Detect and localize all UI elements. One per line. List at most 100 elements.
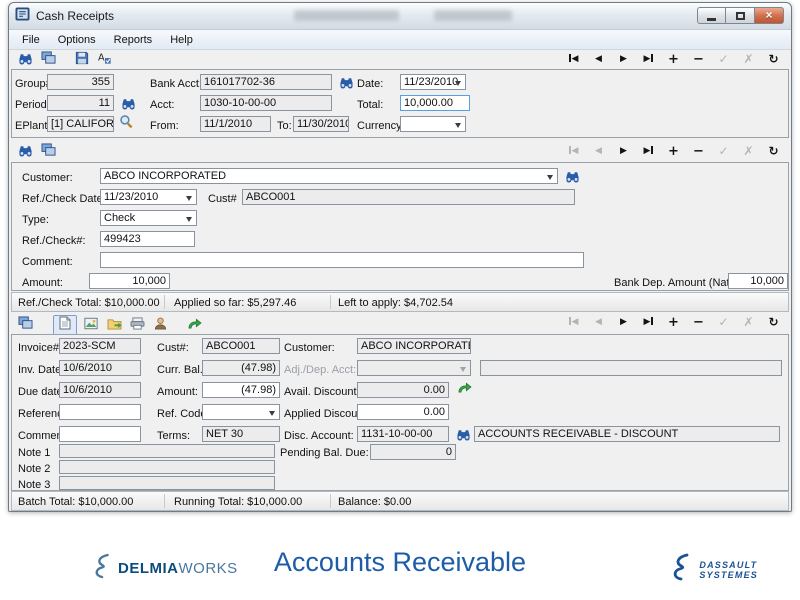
nav-last-button[interactable]: ▶ [641, 315, 656, 330]
inv-comment-field[interactable] [59, 426, 141, 442]
nav-refresh-button[interactable]: ↻ [766, 52, 781, 67]
receipt-find-button[interactable] [16, 144, 34, 161]
image-icon [84, 317, 98, 335]
print-invoice-button[interactable] [128, 317, 146, 334]
menubar: File Options Reports Help [9, 30, 791, 50]
print-button[interactable] [39, 52, 57, 69]
auto-apply-button[interactable] [185, 317, 203, 334]
nav-cancel-button[interactable]: ✗ [741, 315, 756, 330]
save-button[interactable] [73, 52, 91, 69]
nav-next-button[interactable]: ▶ [616, 315, 631, 330]
nav-first-button[interactable]: ◀ [566, 144, 581, 159]
period-find-button[interactable] [120, 95, 137, 111]
from-date-field[interactable]: 11/1/2010 [200, 116, 271, 132]
applied-discount-field[interactable]: 0.00 [357, 404, 449, 420]
inv-cust-no-field[interactable]: ABCO001 [202, 338, 280, 354]
customer-find-button[interactable] [564, 168, 581, 184]
due-date-field[interactable]: 10/6/2010 [59, 382, 141, 398]
bank-dep-field[interactable]: 10,000 [728, 273, 788, 289]
type-dropdown[interactable]: Check [100, 210, 197, 226]
nav-last-button[interactable]: ▶ [641, 144, 656, 159]
pending-bal-field[interactable]: 0 [370, 444, 456, 460]
eplant-lookup-button[interactable] [118, 116, 135, 132]
adj-dep-acct-dropdown[interactable] [357, 360, 471, 376]
nav-refresh-button[interactable]: ↻ [766, 144, 781, 159]
spellcheck-button[interactable]: A [96, 52, 114, 69]
currency-dropdown[interactable] [400, 116, 466, 132]
period-field[interactable]: 11 [47, 95, 114, 111]
ref-check-no-field[interactable]: 499423 [100, 231, 195, 247]
inv-amount-field[interactable]: (47.98) [202, 382, 280, 398]
nav-prev-button[interactable]: ◀ [591, 52, 606, 67]
minimize-button[interactable] [697, 7, 726, 24]
amount-field[interactable]: 10,000 [89, 273, 170, 289]
note1-field[interactable] [59, 444, 275, 458]
acct-field[interactable]: 1030-10-00-00 [200, 95, 332, 111]
find-button[interactable] [16, 52, 34, 69]
batch-total-status: Batch Total: $10,000.00 [18, 495, 133, 509]
apply-discount-button[interactable] [456, 382, 473, 398]
bank-acct-find-button[interactable] [338, 74, 355, 90]
menu-help[interactable]: Help [161, 32, 202, 48]
ref-check-no-label: Ref./Check#: [22, 233, 86, 249]
note3-field[interactable] [59, 476, 275, 490]
disc-account-field[interactable]: 1131-10-00-00 [357, 426, 449, 442]
maximize-button[interactable] [726, 7, 755, 24]
menu-reports[interactable]: Reports [105, 32, 162, 48]
nav-cancel-button[interactable]: ✗ [741, 52, 756, 67]
nav-cancel-button[interactable]: ✗ [741, 144, 756, 159]
eplant-field[interactable]: [1] CALIFORNIA [47, 116, 114, 132]
reference-field[interactable] [59, 404, 141, 420]
nav-next-button[interactable]: ▶ [616, 52, 631, 67]
menu-file[interactable]: File [13, 32, 49, 48]
avail-discount-field[interactable]: 0.00 [357, 382, 449, 398]
nav-delete-button[interactable]: − [691, 144, 706, 159]
binoculars-icon [18, 143, 33, 162]
maximize-icon [736, 12, 745, 20]
ref-check-date-dropdown[interactable]: 11/23/2010 [100, 189, 197, 205]
receipt-print-button[interactable] [39, 144, 57, 161]
group-field[interactable]: 355 [47, 74, 114, 90]
customer-dropdown[interactable]: ABCO INCORPORATED [100, 168, 558, 184]
nav-edit-button[interactable]: ✓ [716, 144, 731, 159]
nav-prev-button[interactable]: ◀ [591, 315, 606, 330]
nav-edit-button[interactable]: ✓ [716, 315, 731, 330]
total-field[interactable]: 10,000.00 [400, 95, 470, 111]
nav-add-button[interactable]: + [666, 52, 681, 67]
detail-view-button[interactable] [53, 315, 77, 336]
disc-account-label: Disc. Account: [284, 428, 354, 444]
terms-field[interactable]: NET 30 [202, 426, 280, 442]
nav-refresh-button[interactable]: ↻ [766, 315, 781, 330]
ref-code-dropdown[interactable] [202, 404, 280, 420]
nav-next-button[interactable]: ▶ [616, 144, 631, 159]
chart-view-button[interactable] [82, 317, 100, 334]
date-dropdown[interactable]: 11/23/2010 [400, 74, 466, 90]
cust-no-field[interactable]: ABCO001 [242, 189, 575, 205]
invoice-print-button[interactable] [16, 317, 34, 334]
record-nav: ◀ ◀ ▶ ▶ + − ✓ ✗ ↻ [556, 52, 781, 67]
to-date-field[interactable]: 11/30/2010 [293, 116, 349, 132]
disc-account-find-button[interactable] [455, 426, 472, 442]
bank-acct-field[interactable]: 161017702-36 [200, 74, 332, 90]
invoice-no-field[interactable]: 2023-SCM [59, 338, 141, 354]
note2-field[interactable] [59, 460, 275, 474]
nav-edit-button[interactable]: ✓ [716, 52, 731, 67]
nav-first-button[interactable]: ◀ [566, 52, 581, 67]
nav-last-button[interactable]: ▶ [641, 52, 656, 67]
nav-delete-button[interactable]: − [691, 52, 706, 67]
inv-customer-field[interactable]: ABCO INCORPORATED [357, 338, 471, 354]
customer-info-button[interactable] [151, 317, 169, 334]
open-invoice-button[interactable] [105, 317, 123, 334]
nav-add-button[interactable]: + [666, 144, 681, 159]
close-button[interactable]: × [755, 7, 784, 24]
amount-label: Amount: [22, 275, 63, 291]
curr-bal-field[interactable]: (47.98) [202, 360, 280, 376]
nav-add-button[interactable]: + [666, 315, 681, 330]
nav-prev-button[interactable]: ◀ [591, 144, 606, 159]
nav-first-button[interactable]: ◀ [566, 315, 581, 330]
nav-delete-button[interactable]: − [691, 315, 706, 330]
menu-options[interactable]: Options [49, 32, 105, 48]
dassault-swirl-icon [670, 553, 694, 586]
comment-field[interactable] [100, 252, 584, 268]
inv-date-field[interactable]: 10/6/2010 [59, 360, 141, 376]
